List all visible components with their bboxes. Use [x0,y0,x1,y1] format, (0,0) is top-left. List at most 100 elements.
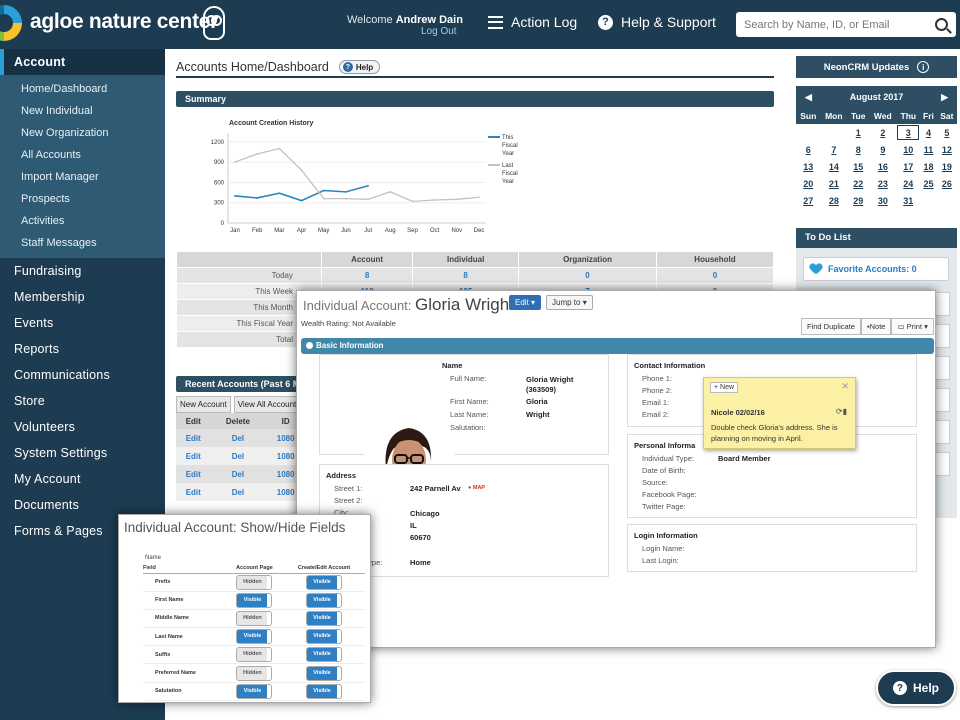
calendar-date[interactable]: 13 [796,158,821,175]
map-link[interactable]: ● MAP [468,485,485,491]
calendar-date[interactable]: 2 [869,124,896,141]
calendar-date[interactable]: 28 [821,192,848,209]
visibility-toggle[interactable]: Visible [307,648,342,662]
close-icon[interactable]: ✕ [841,381,849,392]
calendar-date[interactable]: 1 [847,124,869,141]
calendar-date[interactable]: 18 [920,158,937,175]
new-note-button[interactable]: + New [710,382,739,393]
logout-link[interactable]: Log Out [421,26,457,37]
find-duplicate-button[interactable]: Find Duplicate [801,318,861,335]
note-actions-icon[interactable]: ⟳▮ [836,407,847,416]
visibility-toggle[interactable]: Visible [307,666,342,680]
calendar-date[interactable]: 31 [896,192,920,209]
calendar-date[interactable]: 5 [937,124,957,141]
visibility-toggle[interactable]: Hidden [237,666,272,680]
recent-tab[interactable]: View All Account [233,396,301,413]
recent-cell[interactable]: Edit [176,447,211,465]
visibility-toggle[interactable]: Hidden [237,611,272,625]
recent-tab[interactable]: New Account [176,396,231,413]
calendar-date[interactable]: 21 [821,175,848,192]
sidebar-item[interactable]: Fundraising [0,258,165,284]
calendar-date[interactable]: 19 [937,158,957,175]
search-icon[interactable] [935,18,948,31]
brand-name[interactable]: agloe nature center [30,10,218,34]
visibility-toggle[interactable]: Visible [307,593,342,607]
edit-button[interactable]: Edit ▾ [509,295,542,310]
sidebar-subitem[interactable]: Import Manager [0,166,165,188]
sidebar-subitem[interactable]: Prospects [0,188,165,210]
visibility-toggle[interactable]: Visible [237,593,272,607]
basic-information-header[interactable]: Basic Information [301,338,934,354]
action-log-link[interactable]: Action Log [488,14,577,30]
help-button[interactable]: ? Help [338,60,381,74]
calendar-date[interactable]: 4 [920,124,937,141]
sidebar-item[interactable]: Communications [0,362,165,388]
visibility-toggle[interactable]: Hidden [237,648,272,662]
calendar-date[interactable]: 14 [821,158,848,175]
next-month-icon[interactable]: ▶ [941,92,948,103]
sidebar-subitem[interactable]: Activities [0,210,165,232]
summary-cell[interactable]: 0 [655,267,775,284]
calendar-date[interactable]: 22 [847,175,869,192]
note-button[interactable]: ▪Note [860,318,892,335]
neoncrm-updates-button[interactable]: NeonCRM Updates i [796,56,957,78]
calendar-date[interactable]: 7 [821,141,848,158]
sidebar-subitem[interactable]: New Individual [0,100,165,122]
favorite-accounts[interactable]: Favorite Accounts: 0 [803,257,949,281]
recent-cell[interactable]: Edit [176,429,211,447]
print-button[interactable]: ▭ Print ▾ [891,318,934,335]
sidebar-item[interactable]: Store [0,388,165,414]
calendar-date[interactable]: 11 [920,141,937,158]
sidebar-item[interactable]: Membership [0,284,165,310]
calendar-date[interactable]: 24 [896,175,920,192]
sidebar-item-account[interactable]: Account [0,49,165,75]
jump-to-button[interactable]: Jump to ▾ [546,295,593,310]
visibility-toggle[interactable]: Visible [237,684,272,698]
sidebar-item[interactable]: Reports [0,336,165,362]
prev-month-icon[interactable]: ◀ [805,92,812,103]
summary-cell[interactable]: 8 [412,267,520,284]
sidebar-item[interactable]: Volunteers [0,414,165,440]
recent-cell[interactable]: Del [210,447,266,465]
visibility-toggle[interactable]: Visible [307,611,342,625]
calendar-date[interactable]: 6 [796,141,821,158]
calendar-date[interactable]: 3 [896,124,920,141]
calendar-date[interactable]: 23 [869,175,896,192]
calendar-date[interactable]: 25 [920,175,937,192]
calendar-date[interactable]: 12 [937,141,957,158]
calendar-date[interactable]: 9 [869,141,896,158]
visibility-toggle[interactable]: Visible [237,630,272,644]
sidebar-item[interactable]: Events [0,310,165,336]
recent-cell[interactable]: Edit [176,483,211,501]
sidebar-subitem[interactable]: Home/Dashboard [0,78,165,100]
visibility-toggle[interactable]: Visible [307,630,342,644]
calendar-date[interactable]: 10 [896,141,920,158]
calendar-date[interactable]: 29 [847,192,869,209]
calendar-date[interactable]: 20 [796,175,821,192]
calendar-date[interactable]: 27 [796,192,821,209]
sidebar-item[interactable]: System Settings [0,440,165,466]
visibility-toggle[interactable]: Visible [307,575,342,589]
recent-cell[interactable]: Del [210,483,266,501]
legend-label-word: Fiscal [502,143,518,149]
recent-cell[interactable]: Del [210,429,266,447]
calendar-date[interactable]: 30 [869,192,896,209]
calendar-date[interactable]: 26 [937,175,957,192]
visibility-toggle[interactable]: Visible [307,684,342,698]
recent-cell[interactable]: Edit [176,465,211,483]
calendar-date[interactable]: 16 [869,158,896,175]
sidebar-subitem[interactable]: All Accounts [0,144,165,166]
visibility-toggle[interactable]: Hidden [237,575,272,589]
calendar-date[interactable]: 15 [847,158,869,175]
search-input[interactable] [744,18,935,31]
calendar-date[interactable]: 8 [847,141,869,158]
help-support-link[interactable]: ? Help & Support [598,14,716,30]
calendar-date[interactable]: 17 [896,158,920,175]
help-floating-button[interactable]: ? Help [876,670,956,706]
recent-cell[interactable]: Del [210,465,266,483]
summary-cell[interactable]: 8 [320,267,414,284]
sidebar-subitem[interactable]: New Organization [0,122,165,144]
summary-cell[interactable]: 0 [518,267,657,284]
sidebar-subitem[interactable]: Staff Messages [0,232,165,254]
sidebar-item[interactable]: My Account [0,466,165,492]
